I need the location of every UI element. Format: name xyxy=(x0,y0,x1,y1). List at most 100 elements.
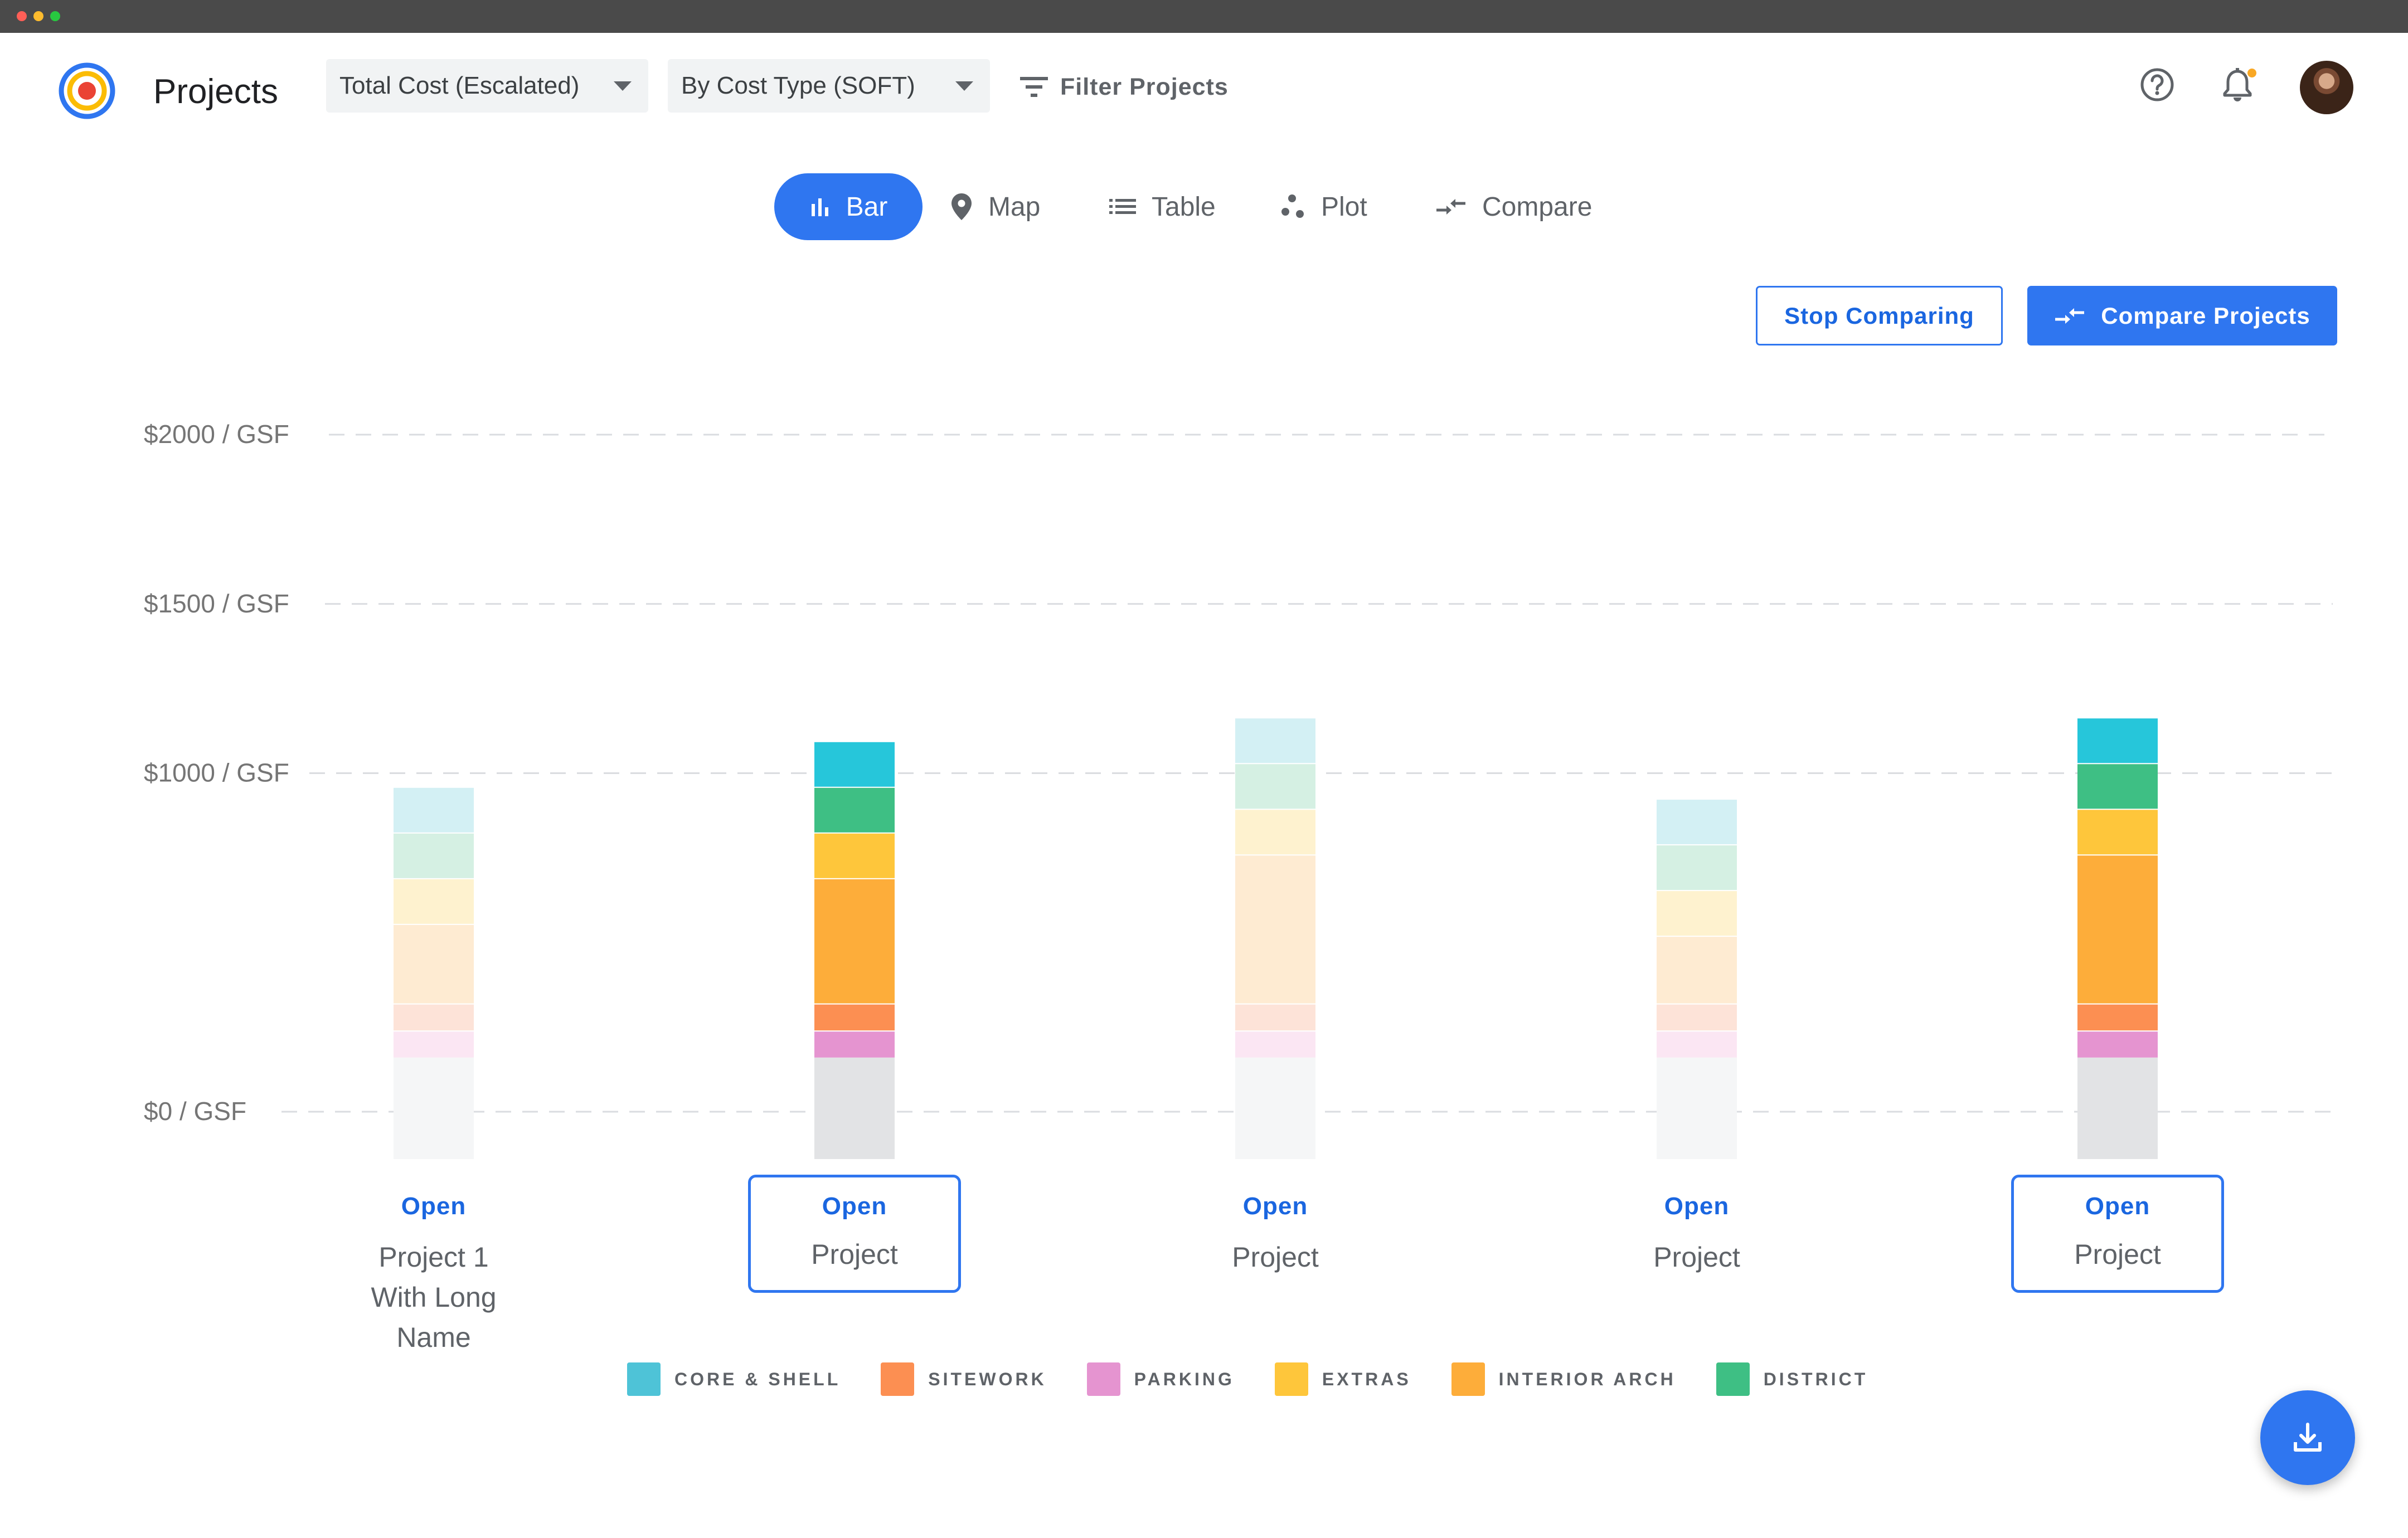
bar-chart-icon xyxy=(811,198,828,216)
tab-plot[interactable]: Plot xyxy=(1281,173,1367,240)
y-tick-label: $1500 / GSF xyxy=(144,589,289,618)
bar-segment-parking xyxy=(814,1031,895,1058)
legend-label: PARKING xyxy=(1134,1369,1235,1389)
legend-label: DISTRICT xyxy=(1763,1369,1868,1389)
compare-arrows-icon xyxy=(2055,308,2085,324)
filter-projects-button[interactable]: Filter Projects xyxy=(1020,62,1229,112)
cost-type-select[interactable]: By Cost Type (SOFT) xyxy=(668,59,990,113)
y-tick-label: $0 / GSF xyxy=(144,1097,246,1126)
close-dot[interactable] xyxy=(17,11,27,21)
stacked-bar[interactable] xyxy=(394,787,474,1159)
bar-segment-parking xyxy=(2077,1031,2158,1058)
page-title: Projects xyxy=(153,72,278,111)
bar-segment-interior-arch xyxy=(394,924,474,1004)
open-project-link[interactable]: Open xyxy=(1169,1193,1382,1220)
bar-segment-sitework xyxy=(394,1004,474,1031)
metric-select[interactable]: Total Cost (Escalated) xyxy=(326,59,648,113)
cost-type-select-value: By Cost Type (SOFT) xyxy=(681,72,915,99)
bar-segment-core-shell xyxy=(394,787,474,833)
project-name: Project xyxy=(1232,1242,1319,1273)
legend-label: EXTRAS xyxy=(1322,1369,1411,1389)
list-icon xyxy=(1109,199,1136,214)
bar-segment-core-shell xyxy=(1657,800,1737,845)
tab-bar[interactable]: Bar xyxy=(774,173,923,240)
bar-segment-base xyxy=(814,1057,895,1159)
bar-segment-district xyxy=(1235,764,1315,809)
tab-bar-label: Bar xyxy=(846,192,888,222)
bar-segment-extras xyxy=(1235,810,1315,855)
bar-segment-core-shell xyxy=(814,742,895,787)
filter-icon xyxy=(1020,77,1048,97)
tab-map-label: Map xyxy=(988,192,1041,222)
bar-segment-core-shell xyxy=(2077,718,2158,763)
bar-segment-base xyxy=(1657,1057,1737,1159)
legend-swatch xyxy=(627,1362,661,1396)
legend-label: SITEWORK xyxy=(928,1369,1047,1389)
help-icon xyxy=(2140,68,2174,101)
metric-select-value: Total Cost (Escalated) xyxy=(339,72,580,99)
open-project-link[interactable]: Open xyxy=(1590,1193,1803,1220)
app-logo-icon[interactable] xyxy=(58,62,116,120)
maximize-dot[interactable] xyxy=(50,11,60,21)
open-project-link[interactable]: Open xyxy=(327,1193,540,1220)
chevron-down-icon xyxy=(955,81,973,91)
project-name: Project 1 With Long Name xyxy=(371,1242,497,1353)
compare-projects-button[interactable]: Compare Projects xyxy=(2027,286,2337,345)
bar-segment-interior-arch xyxy=(2077,855,2158,1004)
project-card[interactable]: Open Project xyxy=(748,1175,961,1293)
tab-plot-label: Plot xyxy=(1321,192,1367,222)
app-window: Projects Total Cost (Escalated) By Cost … xyxy=(0,0,2408,1538)
bar-segment-interior-arch xyxy=(814,879,895,1004)
project-name: Project xyxy=(1653,1242,1740,1273)
bar-segment-base xyxy=(1235,1057,1315,1159)
project-name: Project xyxy=(811,1239,898,1270)
legend-swatch xyxy=(1086,1362,1120,1396)
notification-badge xyxy=(2247,69,2256,77)
compare-projects-label: Compare Projects xyxy=(2101,302,2310,329)
tab-table-label: Table xyxy=(1152,192,1216,222)
tab-table[interactable]: Table xyxy=(1109,173,1216,240)
open-project-link[interactable]: Open xyxy=(2014,1193,2221,1220)
bar-segment-parking xyxy=(1235,1031,1315,1058)
bar-segment-extras xyxy=(394,879,474,924)
bar-segment-district xyxy=(814,787,895,833)
project-name: Project xyxy=(2074,1239,2161,1270)
download-button[interactable] xyxy=(2260,1390,2355,1485)
legend-item: CORE & SHELL xyxy=(627,1362,841,1396)
scatter-icon xyxy=(1281,194,1304,218)
bar-segment-base xyxy=(394,1057,474,1159)
tab-compare-label: Compare xyxy=(1482,192,1593,222)
tab-compare[interactable]: Compare xyxy=(1435,173,1592,240)
legend-label: CORE & SHELL xyxy=(674,1369,841,1389)
bar-segment-extras xyxy=(1657,891,1737,936)
y-tick-label: $2000 / GSF xyxy=(144,420,289,449)
legend-item: SITEWORK xyxy=(881,1362,1046,1396)
bar-segment-core-shell xyxy=(1235,718,1315,763)
chart-legend: CORE & SHELL SITEWORK PARKING EXTRAS INTERIO… xyxy=(627,1362,1908,1396)
stacked-bar[interactable] xyxy=(814,742,895,1159)
bar-segment-interior-arch xyxy=(1657,937,1737,1004)
legend-swatch xyxy=(1451,1362,1485,1396)
window-titlebar xyxy=(0,0,2408,33)
bar-segment-district xyxy=(394,833,474,878)
legend-swatch xyxy=(1274,1362,1308,1396)
tab-map[interactable]: Map xyxy=(950,173,1040,240)
y-tick-label: $1000 / GSF xyxy=(144,758,289,787)
minimize-dot[interactable] xyxy=(33,11,43,21)
stacked-bar[interactable] xyxy=(1235,718,1315,1159)
help-button[interactable] xyxy=(2135,62,2179,107)
stacked-bar[interactable] xyxy=(2077,718,2158,1159)
map-pin-icon xyxy=(951,193,972,220)
legend-swatch xyxy=(1716,1362,1750,1396)
project-card[interactable]: Open Project xyxy=(2011,1175,2224,1293)
legend-label: INTERIOR ARCH xyxy=(1498,1369,1676,1389)
stacked-bar[interactable] xyxy=(1657,800,1737,1159)
stop-comparing-button[interactable]: Stop Comparing xyxy=(1756,286,2003,345)
filter-label: Filter Projects xyxy=(1060,73,1229,100)
chevron-down-icon xyxy=(614,81,632,91)
open-project-link[interactable]: Open xyxy=(751,1193,958,1220)
bar-segment-district xyxy=(2077,764,2158,809)
legend-item: PARKING xyxy=(1086,1362,1235,1396)
avatar[interactable] xyxy=(2300,61,2353,114)
bar-segment-sitework xyxy=(1235,1004,1315,1031)
